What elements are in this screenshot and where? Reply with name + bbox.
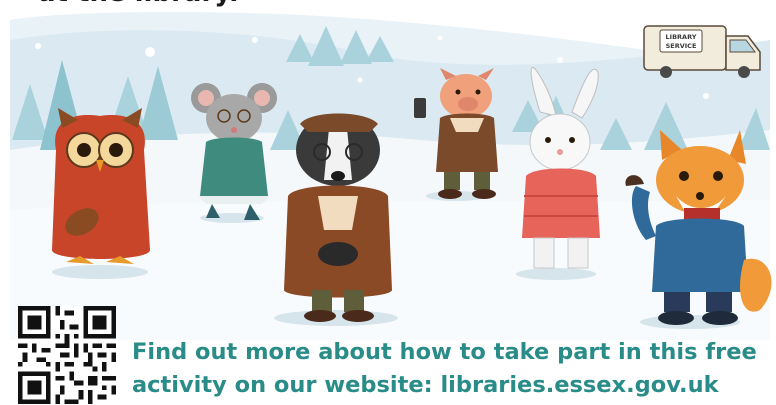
call-to-action-text: Find out more about how to take part in … bbox=[132, 336, 772, 402]
van-sign-line2: SERVICE bbox=[666, 42, 697, 50]
cta-line-2: activity on our website: libraries.essex… bbox=[132, 372, 719, 398]
owl-character bbox=[52, 108, 150, 264]
header-text-clipped: at the library. bbox=[38, 0, 239, 8]
badger-character bbox=[284, 113, 392, 322]
cta-line-1: Find out more about how to take part in … bbox=[132, 339, 757, 365]
van-sign-line1: LIBRARY bbox=[666, 33, 697, 41]
qr-code-icon[interactable] bbox=[14, 306, 120, 404]
